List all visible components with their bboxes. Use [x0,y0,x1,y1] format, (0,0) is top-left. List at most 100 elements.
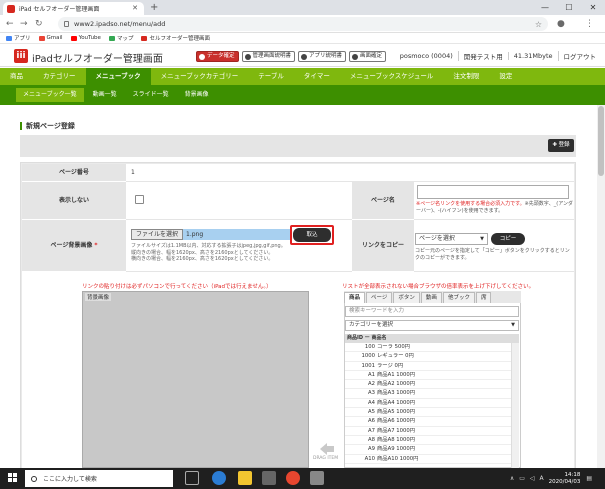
list-item[interactable]: 100 コーラ 500円 [345,343,511,353]
library-scrollbar[interactable] [511,343,519,468]
bookmark-gmail[interactable]: Gmail [38,35,63,41]
new-tab-button[interactable]: + [150,2,158,13]
file-name: 1.png [183,229,291,240]
forward-icon[interactable]: → [20,18,28,30]
browser-tab[interactable]: iPad セルフオーダー管理画面 ✕ [3,2,144,15]
page-name-input[interactable] [417,185,569,199]
ime-indicator[interactable]: A [540,475,544,482]
confirm-icon [199,53,205,60]
close-window-icon[interactable]: ✕ [581,0,605,15]
manual-icon [301,53,308,60]
page-title: 新規ページ登録 [20,122,75,130]
maps-icon [108,35,115,41]
page-scrollbar-thumb[interactable] [598,106,604,176]
tab-title: iPad セルフオーダー管理画面 [19,6,100,13]
list-item[interactable]: 1000 レギュラー 0円 [345,352,511,362]
tab-buttons[interactable]: ボタン [393,292,420,303]
chrome-icon[interactable] [286,471,300,485]
import-button[interactable]: 取込 [293,228,331,242]
sub-nav: メニューブック一覧 動画一覧 スライド一覧 背景画像 [0,85,605,105]
subnav-item-backgrounds[interactable]: 背景画像 [178,88,216,102]
account-icon[interactable]: ● [557,18,565,30]
admin-manual-button[interactable]: 管理画面説明書 [241,51,296,62]
drag-arrow-icon [320,443,334,455]
list-item[interactable]: A6 商品A6 1000円 [345,417,511,427]
nav-item-settings[interactable]: 設定 [489,68,522,85]
save-button[interactable]: ✚ 登録 [548,139,574,152]
list-item[interactable]: A7 商品A7 1000円 [345,427,511,436]
chevron-up-icon[interactable]: ∧ [510,475,514,482]
file-explorer-icon[interactable] [238,471,252,485]
bookmark-star-icon[interactable]: ☆ [535,20,542,29]
logout-link[interactable]: ログアウト [557,51,602,61]
app-icon[interactable] [310,471,324,485]
lock-icon [64,21,69,27]
list-item[interactable]: A8 商品A8 1000円 [345,436,511,446]
list-item[interactable]: 1001 ラージ 0円 [345,362,511,371]
minimize-icon[interactable]: — [533,0,557,15]
nav-item-categories[interactable]: カテゴリー [33,68,86,85]
youtube-icon [70,35,77,41]
taskbar-search-input[interactable]: ここに入力して検索 [25,470,173,487]
subnav-item-videos[interactable]: 動画一覧 [86,88,124,102]
back-icon[interactable]: ← [6,18,14,30]
choose-file-button[interactable]: ファイルを選択 [131,229,184,240]
file-picker: ファイルを選択 1.png [131,229,291,240]
subnav-item-menubook-list[interactable]: メニューブック一覧 [16,88,84,102]
drag-item-label: DRAG ITEM [313,456,339,461]
bookmark-youtube[interactable]: YouTube [70,35,101,41]
nav-item-schedule[interactable]: メニューブックスケジュール [340,68,443,85]
nav-item-order-limit[interactable]: 注文制限 [443,68,489,85]
list-item[interactable]: A9 商品A9 1000円 [345,445,511,455]
library-search-input[interactable]: 検索キーワードを入力 [345,306,519,317]
zoom-warning: リストが全部表示されない場合ブラウザの倍率表示を上げ下げしてください。 [342,284,535,290]
task-view-icon[interactable] [185,471,199,485]
bg-image-label: ページ背景画像 * [22,220,126,272]
close-tab-icon[interactable]: ✕ [132,4,138,12]
windows-start-icon[interactable] [8,473,18,483]
app-manual-button[interactable]: アプリ説明書 [298,51,347,62]
nav-item-menubook-category[interactable]: メニューブックカテゴリー [151,68,249,85]
subnav-item-slides[interactable]: スライド一覧 [126,88,176,102]
list-item[interactable]: A1 商品A1 1000円 [345,371,511,381]
bookmark-selforder[interactable]: セルフオーダー管理画面 [141,34,210,42]
tab-pages[interactable]: ページ [366,292,393,303]
hide-checkbox[interactable] [135,195,144,204]
window-controls: — ☐ ✕ [533,0,605,15]
tab-seats[interactable]: 席 [475,292,492,303]
menu-icon[interactable]: ⋮ [585,18,594,30]
list-item[interactable]: A2 商品A2 1000円 [345,380,511,390]
list-item[interactable]: A10 商品A10 1000円 [345,455,511,464]
bookmarks-bar: アプリ Gmail YouTube マップ セルフオーダー管理画面 [0,33,605,44]
category-select[interactable]: カテゴリーを選択 ▼ [345,320,519,331]
bookmark-maps[interactable]: マップ [108,34,133,42]
list-item[interactable]: A3 商品A3 1000円 [345,389,511,399]
tab-other-books[interactable]: 他ブック [442,292,475,303]
list-item[interactable]: A4 商品A4 1000円 [345,399,511,409]
app-header: iii iPadセルフオーダー管理画面 データ確定 管理画面説明書 アプリ説明書… [0,45,605,67]
notifications-icon[interactable]: ▤ [586,475,592,482]
nav-item-menubook[interactable]: メニューブック [85,68,151,85]
screen-confirm-button[interactable]: 画面確定 [349,51,387,62]
edge-icon[interactable] [212,471,226,485]
nav-item-timer[interactable]: タイマー [294,68,340,85]
app-logo-icon: iii [14,49,28,63]
data-confirm-button[interactable]: データ確定 [196,51,239,62]
page-select[interactable]: ページを選択 ▼ [415,233,488,245]
list-item[interactable]: A5 商品A5 1000円 [345,408,511,418]
bookmark-apps[interactable]: アプリ [6,34,31,42]
maximize-icon[interactable]: ☐ [557,0,581,15]
tab-videos[interactable]: 動画 [420,292,442,303]
nav-item-tables[interactable]: テーブル [248,68,294,85]
app-icon[interactable] [262,471,276,485]
reload-icon[interactable]: ↻ [35,18,43,30]
library-list-header: 商品ID ー 商品名 [345,334,519,343]
page-canvas[interactable] [82,291,309,468]
url-input[interactable]: www2.ipadso.net/menu/add ☆ [58,17,548,31]
clock[interactable]: 14:18 2020/04/03 [549,472,581,486]
network-icon[interactable]: ▭ [519,475,525,482]
nav-item-products[interactable]: 商品 [0,68,33,85]
tab-products[interactable]: 商品 [344,292,366,303]
volume-icon[interactable]: ◁ [530,475,535,482]
copy-button[interactable]: コピー [491,233,525,245]
